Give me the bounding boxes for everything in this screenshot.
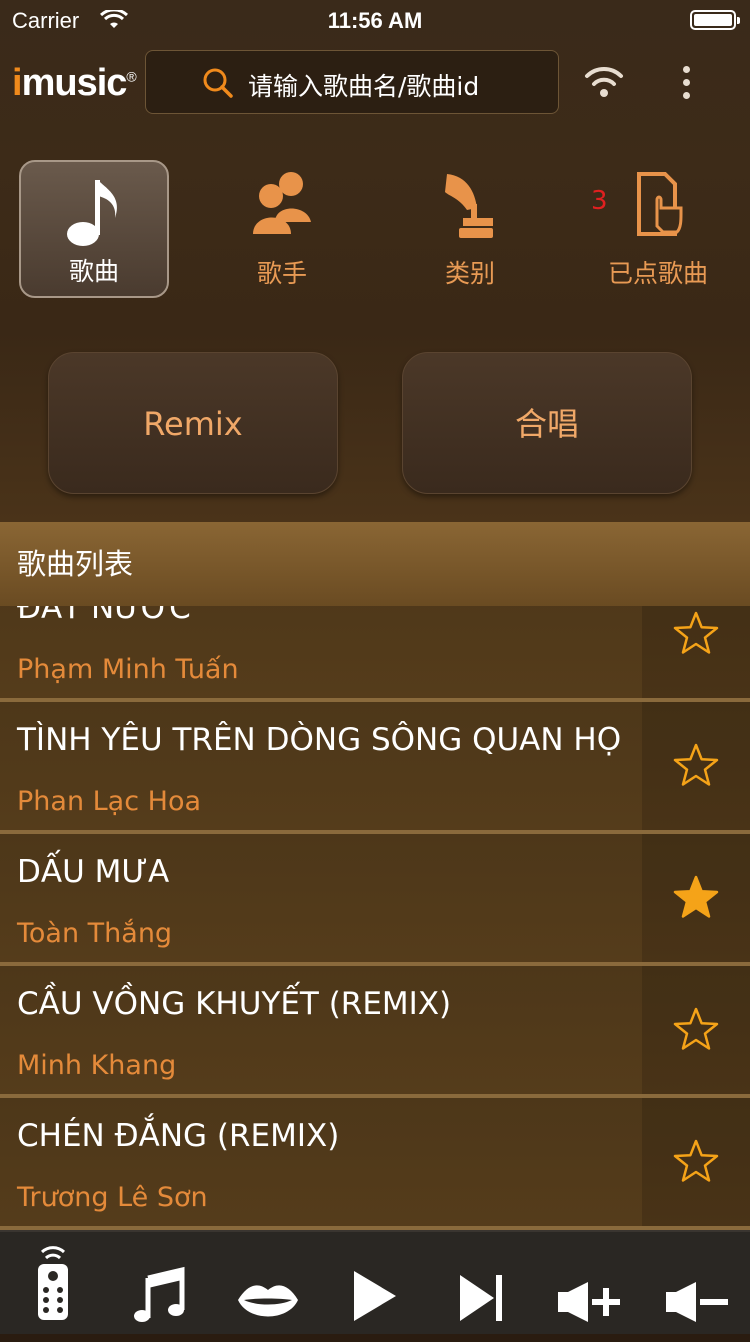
song-artist: Minh Khang: [17, 1050, 177, 1081]
song-artist: Phan Lạc Hoa: [17, 786, 202, 817]
song-title: CẦU VỒNG KHUYẾT (REMIX): [17, 986, 452, 1022]
song-row[interactable]: DẤU MƯA Toàn Thắng: [0, 834, 750, 966]
search-placeholder: 请输入歌曲名/歌曲id: [248, 72, 480, 101]
star-outline-icon[interactable]: [672, 742, 720, 788]
wifi-connect-icon[interactable]: [584, 64, 624, 98]
song-row[interactable]: TÌNH YÊU TRÊN DÒNG SÔNG QUAN HỌ Phan Lạc…: [0, 702, 750, 834]
battery-icon: [690, 10, 740, 30]
song-artist: Toàn Thắng: [17, 918, 173, 949]
star-filled-icon[interactable]: [672, 874, 720, 920]
gramophone-icon: [445, 174, 493, 238]
music-icon[interactable]: [134, 1256, 186, 1336]
song-row[interactable]: ĐẤT NƯỚC Phạm Minh Tuấn: [0, 606, 750, 702]
singers-icon: [253, 172, 311, 234]
song-title: DẤU MƯA: [17, 854, 170, 890]
star-outline-icon[interactable]: [672, 610, 720, 656]
search-icon: [203, 68, 233, 98]
player-toolbar: [0, 1230, 750, 1334]
tab-selected-songs[interactable]: 3 已点歌曲: [583, 160, 733, 298]
selected-songs-icon: [637, 172, 683, 236]
imusic-logo: imusic®: [12, 62, 137, 104]
lips-icon[interactable]: [236, 1262, 300, 1342]
tab-singers[interactable]: 歌手: [207, 160, 357, 298]
music-note-icon: [67, 180, 118, 246]
clock: 11:56 AM: [327, 8, 423, 33]
search-input[interactable]: 请输入歌曲名/歌曲id: [145, 50, 559, 114]
tab-singers-label: 歌手: [256, 259, 307, 288]
song-title: TÌNH YÊU TRÊN DÒNG SÔNG QUAN HỌ: [17, 722, 622, 758]
tab-categories[interactable]: 类别: [395, 160, 545, 298]
remote-icon[interactable]: [30, 1244, 76, 1324]
song-list: ĐẤT NƯỚC Phạm Minh Tuấn TÌNH YÊU TRÊN DÒ…: [0, 606, 750, 1230]
tab-categories-label: 类别: [444, 259, 495, 288]
tab-selected-songs-label: 已点歌曲: [607, 259, 708, 288]
status-bar: Carrier 11:56 AM: [0, 0, 750, 42]
song-title: ĐẤT NƯỚC: [17, 606, 191, 626]
tab-songs[interactable]: 歌曲: [19, 160, 169, 298]
song-row[interactable]: CHÉN ĐẮNG (REMIX) Trương Lê Sơn: [0, 1098, 750, 1230]
song-artist: Phạm Minh Tuấn: [17, 654, 239, 685]
next-icon[interactable]: [458, 1258, 506, 1338]
song-artist: Trương Lê Sơn: [17, 1182, 208, 1213]
volume-down-icon[interactable]: [664, 1262, 730, 1342]
remix-button[interactable]: Remix: [48, 352, 338, 494]
duet-button[interactable]: 合唱: [402, 352, 692, 494]
song-title: CHÉN ĐẮNG (REMIX): [17, 1118, 340, 1154]
selected-count-badge: 3: [591, 186, 608, 216]
song-list-header: 歌曲列表: [0, 522, 750, 606]
play-icon[interactable]: [352, 1256, 398, 1336]
star-outline-icon[interactable]: [672, 1006, 720, 1052]
star-outline-icon[interactable]: [672, 1138, 720, 1184]
more-menu-icon[interactable]: [676, 66, 696, 104]
song-row[interactable]: CẦU VỒNG KHUYẾT (REMIX) Minh Khang: [0, 966, 750, 1098]
tab-songs-label: 歌曲: [68, 257, 119, 286]
volume-up-icon[interactable]: [556, 1262, 622, 1342]
